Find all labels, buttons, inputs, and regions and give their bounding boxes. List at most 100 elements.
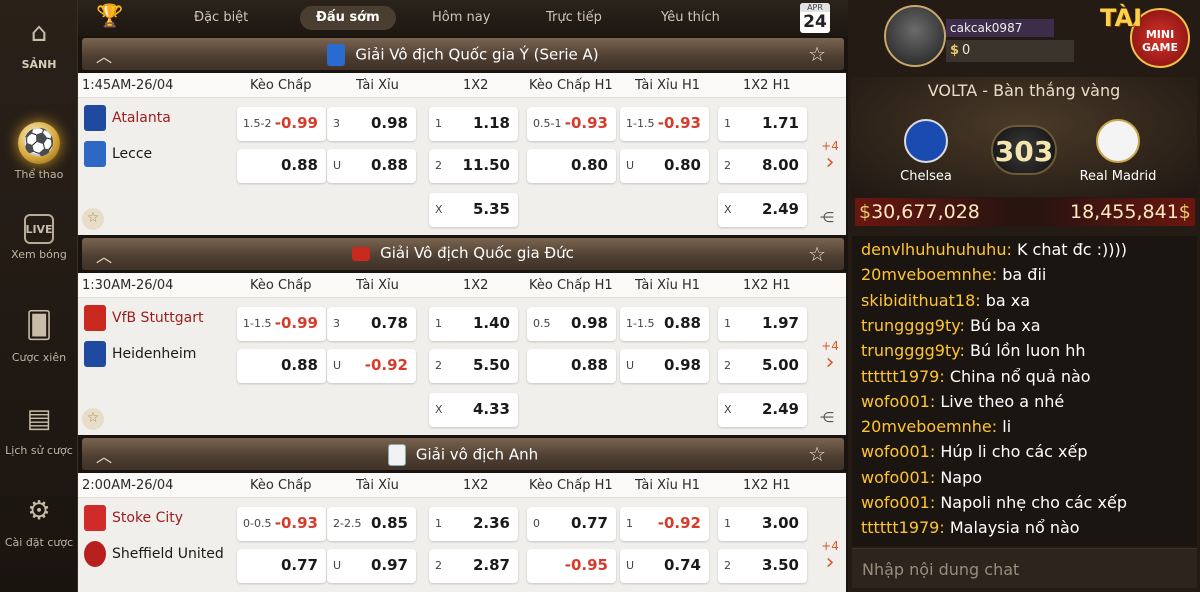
- odds-cell[interactable]: 0.88: [237, 349, 326, 383]
- trophy-icon[interactable]: 🏆: [96, 4, 123, 29]
- league-name: Giải Vô địch Quốc gia Ý (Serie A): [355, 45, 599, 64]
- chat-input[interactable]: [852, 549, 1197, 589]
- team-logo: [84, 141, 106, 167]
- home-pot-value: 30,677,028: [871, 201, 980, 223]
- match-time: 1:30AM-26/04: [82, 278, 174, 293]
- odds-cell[interactable]: 0.88: [237, 149, 326, 183]
- league-header[interactable]: ︿ Giải Vô địch Quốc gia Ý (Serie A) ☆: [82, 38, 844, 70]
- odds-value: 0.80: [570, 156, 608, 174]
- tab-favorites[interactable]: Yêu thích: [645, 6, 736, 30]
- league-header[interactable]: ︿ Giải Vô địch Quốc gia Đức ☆: [82, 238, 844, 270]
- odds-cell[interactable]: 1-1.5 0.88: [620, 307, 709, 341]
- draw-odds-cell[interactable]: X 4.33: [429, 393, 518, 427]
- chat-username[interactable]: trungggg9ty:: [861, 341, 965, 360]
- col-handicap: Kèo Chấp: [250, 278, 312, 293]
- odds-value: -0.92: [657, 514, 701, 532]
- odds-value: 0.97: [370, 556, 408, 574]
- odds-cell[interactable]: U 0.74: [620, 549, 709, 583]
- chat-username[interactable]: tttttt1979:: [861, 518, 945, 537]
- odds-cell[interactable]: 1 -0.92: [620, 507, 709, 541]
- odds-value: 5.50: [472, 356, 510, 374]
- user-avatar[interactable]: [884, 5, 946, 67]
- tab-early[interactable]: Đấu sớm: [300, 6, 396, 30]
- odds-cell[interactable]: 1-1.5 -0.99: [237, 307, 326, 341]
- odds-cell[interactable]: 1 1.71: [718, 107, 807, 141]
- league-header[interactable]: ︿ Giải vô địch Anh ☆: [82, 438, 844, 470]
- odds-cell[interactable]: U 0.98: [620, 349, 709, 383]
- favorite-star-icon[interactable]: ☆: [82, 208, 104, 230]
- odds-cell[interactable]: 0-0.5 -0.93: [237, 507, 326, 541]
- tab-today[interactable]: Hôm nay: [416, 6, 506, 30]
- chat-username[interactable]: denvlhuhuhuhuhu:: [861, 240, 1012, 259]
- chat-panel[interactable]: denvlhuhuhuhuhu: K chat đc :)))) 20mveboe…: [852, 236, 1197, 546]
- odds-cell[interactable]: 2 8.00: [718, 149, 807, 183]
- odds-cell[interactable]: U 0.97: [327, 549, 416, 583]
- nav-parlay[interactable]: 🂠 Cược xiên: [0, 305, 78, 364]
- draw-odds-cell[interactable]: X 5.35: [429, 193, 518, 227]
- coin-icon: $: [950, 43, 960, 58]
- odds-cell[interactable]: 1 1.18: [429, 107, 518, 141]
- minigame-button[interactable]: MINI GAME TÀI: [1100, 2, 1196, 70]
- nav-home[interactable]: ⌂ SẢNH: [0, 12, 78, 71]
- odds-cell[interactable]: 1 1.97: [718, 307, 807, 341]
- parlay-icon: 🂠: [25, 311, 53, 341]
- tab-live[interactable]: Trực tiếp: [530, 6, 618, 30]
- nav-settings[interactable]: ⚙ Cài đặt cược: [0, 490, 78, 549]
- odds-cell[interactable]: -0.95: [527, 549, 616, 583]
- tab-special[interactable]: Đặc biệt: [178, 6, 264, 30]
- volta-panel[interactable]: VOLTA - Bàn thắng vàng Chelsea 303 Real …: [851, 77, 1197, 197]
- odds-cell[interactable]: U 0.80: [620, 149, 709, 183]
- chat-username[interactable]: wofo001:: [861, 493, 935, 512]
- odds-cell[interactable]: 0.88: [527, 349, 616, 383]
- nav-watch[interactable]: LIVE Xem bóng: [0, 214, 78, 261]
- chat-username[interactable]: wofo001:: [861, 442, 935, 461]
- odds-cell[interactable]: 1.5-2 -0.99: [237, 107, 326, 141]
- favorite-star-icon[interactable]: ☆: [82, 408, 104, 430]
- odds-cell[interactable]: 1 3.00: [718, 507, 807, 541]
- nav-history[interactable]: ▤ Lịch sử cược: [0, 398, 78, 457]
- share-icon[interactable]: ⋲: [820, 210, 834, 226]
- draw-odds-cell[interactable]: X 2.49: [718, 193, 807, 227]
- odds-cell[interactable]: 1 2.36: [429, 507, 518, 541]
- chat-username[interactable]: wofo001:: [861, 392, 935, 411]
- odds-value: -0.93: [274, 514, 318, 532]
- odds-cell[interactable]: 0 0.77: [527, 507, 616, 541]
- odds-cell[interactable]: 2 2.87: [429, 549, 518, 583]
- more-markets-button[interactable]: +4 ›: [818, 339, 842, 374]
- draw-odds-cell[interactable]: X 2.49: [718, 393, 807, 427]
- odds-cell[interactable]: U -0.92: [327, 349, 416, 383]
- odds-cell[interactable]: 2-2.5 0.85: [327, 507, 416, 541]
- odds-cell[interactable]: 3 0.78: [327, 307, 416, 341]
- odds-cell[interactable]: 0.80: [527, 149, 616, 183]
- share-icon[interactable]: ⋲: [820, 410, 834, 426]
- nav-sports[interactable]: ⚽ Thể thao: [0, 122, 78, 181]
- odds-cell[interactable]: 0.5 0.98: [527, 307, 616, 341]
- odds-cell[interactable]: 0.5-1 -0.93: [527, 107, 616, 141]
- chat-username[interactable]: tttttt1979:: [861, 367, 945, 386]
- odds-cell[interactable]: 3 0.98: [327, 107, 416, 141]
- odds-cell[interactable]: 2 5.50: [429, 349, 518, 383]
- chat-username[interactable]: skibidithuat18:: [861, 291, 981, 310]
- more-markets-button[interactable]: +4 ›: [818, 139, 842, 175]
- star-icon[interactable]: ☆: [808, 442, 826, 466]
- star-icon[interactable]: ☆: [808, 242, 826, 266]
- odds-cell[interactable]: 2 3.50: [718, 549, 807, 583]
- chat-input-bar: [852, 548, 1197, 589]
- odds-cell[interactable]: 0.77: [237, 549, 326, 583]
- odds-cell[interactable]: 2 11.50: [429, 149, 518, 183]
- chat-username[interactable]: trungggg9ty:: [861, 316, 965, 335]
- star-icon[interactable]: ☆: [808, 42, 826, 66]
- odds-cell[interactable]: U 0.88: [327, 149, 416, 183]
- more-markets-button[interactable]: +4 ›: [818, 539, 842, 574]
- home-icon: ⌂: [30, 18, 48, 48]
- germany-flag-icon: [352, 246, 371, 261]
- nav-label: SẢNH: [21, 58, 57, 71]
- chat-username[interactable]: wofo001:: [861, 468, 935, 487]
- odds-cell[interactable]: 1-1.5 -0.93: [620, 107, 709, 141]
- odds-cell[interactable]: 2 5.00: [718, 349, 807, 383]
- chevron-right-icon: ›: [825, 150, 835, 175]
- calendar-date[interactable]: APR 24: [800, 3, 830, 33]
- chat-username[interactable]: 20mveboemnhe:: [861, 417, 997, 436]
- odds-cell[interactable]: 1 1.40: [429, 307, 518, 341]
- chat-username[interactable]: 20mveboemnhe:: [861, 265, 997, 284]
